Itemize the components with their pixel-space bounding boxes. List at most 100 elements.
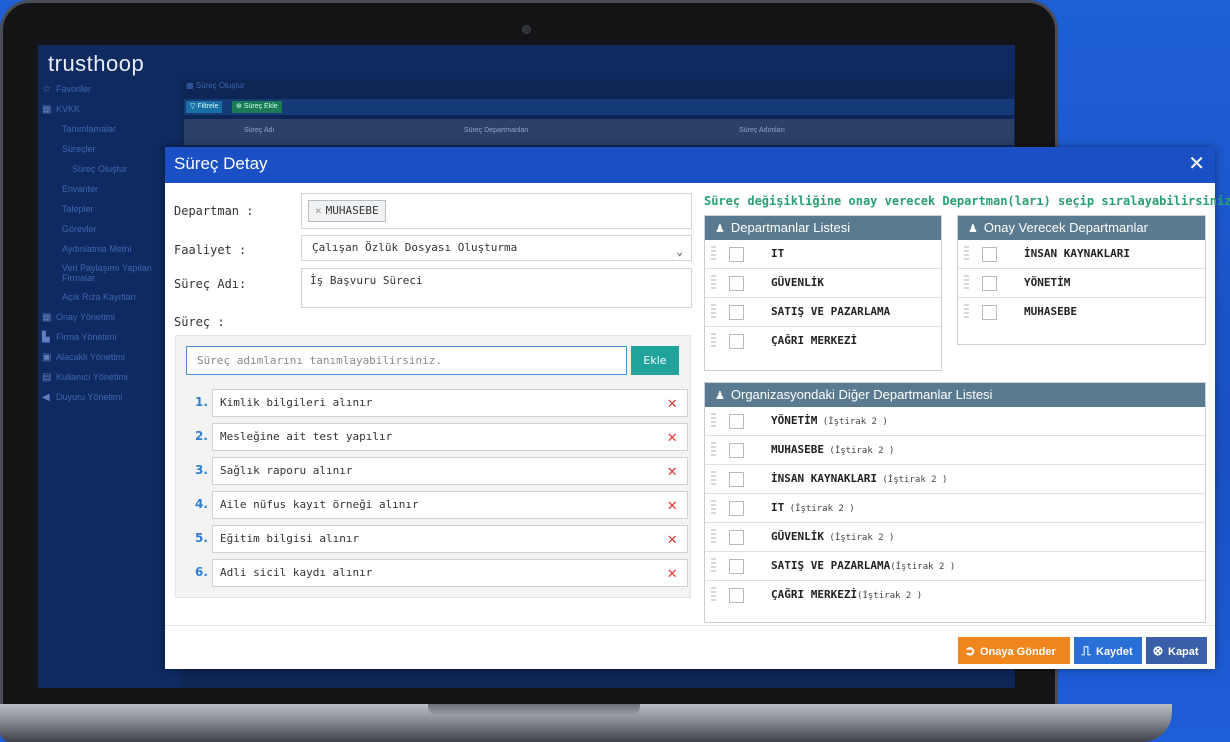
activity-label: Faaliyet :: [174, 243, 247, 257]
department-row[interactable]: YÖNETİM (İştirak 2 ): [705, 407, 1205, 436]
department-checkbox[interactable]: [729, 559, 744, 574]
department-row[interactable]: IT: [705, 240, 941, 269]
sidebar-item[interactable]: ▦ Onay Yönetimi: [38, 307, 180, 327]
department-checkbox[interactable]: [729, 414, 744, 429]
drag-handle-icon[interactable]: [711, 529, 716, 545]
delete-icon[interactable]: ✕: [667, 560, 677, 586]
department-row[interactable]: YÖNETİM: [958, 269, 1205, 298]
step-text[interactable]: Sağlık raporu alınır ✕: [212, 457, 688, 485]
drag-handle-icon[interactable]: [711, 413, 716, 429]
sidebar-item[interactable]: Envanter: [38, 179, 180, 199]
sidebar-item-label: Firma Yönetimi: [56, 332, 117, 342]
drag-handle-icon[interactable]: [711, 246, 716, 262]
sidebar-item[interactable]: Veri Paylaşımı Yapılan Firmalar: [38, 259, 180, 287]
department-checkbox[interactable]: [729, 305, 744, 320]
delete-icon[interactable]: ✕: [667, 458, 677, 484]
departments-list: IT GÜVENLİK SATIŞ VE PAZARLAMA ÇAĞRI MERKEZ…: [705, 240, 941, 356]
add-process-button[interactable]: ⊕ Süreç Ekle: [232, 101, 282, 113]
department-checkbox[interactable]: [729, 276, 744, 291]
departments-list-panel: ♟ Departmanlar Listesi IT GÜVENLİK SATIŞ VE…: [704, 215, 942, 371]
department-checkbox[interactable]: [982, 305, 997, 320]
calendar-icon: ▣: [42, 351, 52, 363]
delete-icon[interactable]: ✕: [667, 526, 677, 552]
step-text[interactable]: Mesleğine ait test yapılır ✕: [212, 423, 688, 451]
sidebar: ☆ Favoriler ▦ KVKK Tanımlamalar Süreçler Süreç…: [38, 79, 180, 688]
user-icon: ♟: [968, 223, 978, 235]
department-row[interactable]: GÜVENLİK (İştirak 2 ): [705, 523, 1205, 552]
drag-handle-icon[interactable]: [711, 500, 716, 516]
save-button[interactable]: ⎍ Kaydet: [1074, 637, 1142, 664]
delete-icon[interactable]: ✕: [667, 424, 677, 450]
add-step-button[interactable]: Ekle: [631, 346, 679, 375]
department-row[interactable]: SATIŞ VE PAZARLAMA(İştirak 2 ): [705, 552, 1205, 581]
sidebar-item[interactable]: Süreçler: [38, 139, 180, 159]
sidebar-item[interactable]: Aydınlatma Metni: [38, 239, 180, 259]
step-input[interactable]: Süreç adımlarını tanımlayabilirsiniz.: [186, 346, 627, 375]
department-name: SATIŞ VE PAZARLAMA(İştirak 2 ): [771, 559, 956, 572]
department-row[interactable]: MUHASEBE (İştirak 2 ): [705, 436, 1205, 465]
department-row[interactable]: İNSAN KAYNAKLARI: [958, 240, 1205, 269]
delete-icon[interactable]: ✕: [667, 390, 677, 416]
process-label: Süreç :: [174, 315, 225, 329]
tag-remove-icon[interactable]: ×: [315, 204, 322, 217]
close-button[interactable]: ⊗ Kapat: [1146, 637, 1207, 664]
department-row[interactable]: SATIŞ VE PAZARLAMA: [705, 298, 941, 327]
step-text[interactable]: Eğitim bilgisi alınır ✕: [212, 525, 688, 553]
send-for-approval-button[interactable]: ➲ Onaya Gönder: [958, 637, 1070, 664]
drag-handle-icon[interactable]: [711, 471, 716, 487]
sidebar-item[interactable]: ▦ KVKK: [38, 99, 180, 119]
sidebar-item[interactable]: ▙ Firma Yönetimi: [38, 327, 180, 347]
department-checkbox[interactable]: [729, 472, 744, 487]
sidebar-item[interactable]: Açık Rıza Kayıtları: [38, 287, 180, 307]
step-text[interactable]: Adli sicil kaydı alınır ✕: [212, 559, 688, 587]
department-checkbox[interactable]: [729, 588, 744, 603]
drag-handle-icon[interactable]: [711, 558, 716, 574]
department-checkbox[interactable]: [729, 530, 744, 545]
delete-icon[interactable]: ✕: [667, 492, 677, 518]
chevron-down-icon: ⌄: [676, 245, 683, 258]
department-checkbox[interactable]: [982, 247, 997, 262]
drag-handle-icon[interactable]: [711, 304, 716, 320]
drag-handle-icon[interactable]: [964, 275, 969, 291]
sidebar-item[interactable]: Talepler: [38, 199, 180, 219]
drag-handle-icon[interactable]: [711, 442, 716, 458]
department-row[interactable]: İNSAN KAYNAKLARI (İştirak 2 ): [705, 465, 1205, 494]
step-number: 4.: [195, 497, 208, 511]
drag-handle-icon[interactable]: [711, 587, 716, 603]
department-row[interactable]: ÇAĞRI MERKEZİ: [705, 327, 941, 356]
drag-handle-icon[interactable]: [964, 246, 969, 262]
sidebar-item[interactable]: ☆ Favoriler: [38, 79, 180, 99]
department-subsidiary: (İştirak 2 ): [817, 417, 888, 427]
step-text[interactable]: Kimlik bilgileri alınır ✕: [212, 389, 688, 417]
sidebar-item[interactable]: Süreç Oluştur: [38, 159, 180, 179]
department-checkbox[interactable]: [729, 443, 744, 458]
department-checkbox[interactable]: [982, 276, 997, 291]
department-subsidiary: (İştirak 2 ): [823, 533, 895, 543]
drag-handle-icon[interactable]: [711, 333, 716, 349]
department-name: GÜVENLİK: [771, 276, 824, 289]
step-number: 5.: [195, 531, 208, 545]
user-icon: ♟: [715, 390, 725, 402]
department-row[interactable]: MUHASEBE: [958, 298, 1205, 327]
filter-button[interactable]: ▽ Filtrele: [186, 101, 223, 113]
step-text[interactable]: Aile nüfus kayıt örneği alınır ✕: [212, 491, 688, 519]
sidebar-item[interactable]: ▣ Alacaklı Yönetimi: [38, 347, 180, 367]
department-checkbox[interactable]: [729, 501, 744, 516]
drag-handle-icon[interactable]: [711, 275, 716, 291]
activity-select[interactable]: Çalışan Özlük Dosyası Oluşturma ⌄: [301, 235, 692, 261]
sidebar-item[interactable]: ▤ Kullanıcı Yönetimi: [38, 367, 180, 387]
department-row[interactable]: GÜVENLİK: [705, 269, 941, 298]
sidebar-item[interactable]: Görevler: [38, 219, 180, 239]
department-row[interactable]: IT (İştirak 2 ): [705, 494, 1205, 523]
building-icon: ▙: [42, 331, 50, 343]
drag-handle-icon[interactable]: [964, 304, 969, 320]
department-field[interactable]: × MUHASEBE: [301, 193, 692, 229]
sidebar-item[interactable]: ◀ Duyuru Yönetimi: [38, 387, 180, 407]
department-checkbox[interactable]: [729, 334, 744, 349]
sidebar-item[interactable]: Tanımlamalar: [38, 119, 180, 139]
close-icon[interactable]: ✕: [1188, 151, 1205, 175]
process-name-input[interactable]: İş Başvuru Süreci: [301, 268, 692, 308]
department-checkbox[interactable]: [729, 247, 744, 262]
step-number: 6.: [195, 565, 208, 579]
department-row[interactable]: ÇAĞRI MERKEZİ(İştirak 2 ): [705, 581, 1205, 610]
